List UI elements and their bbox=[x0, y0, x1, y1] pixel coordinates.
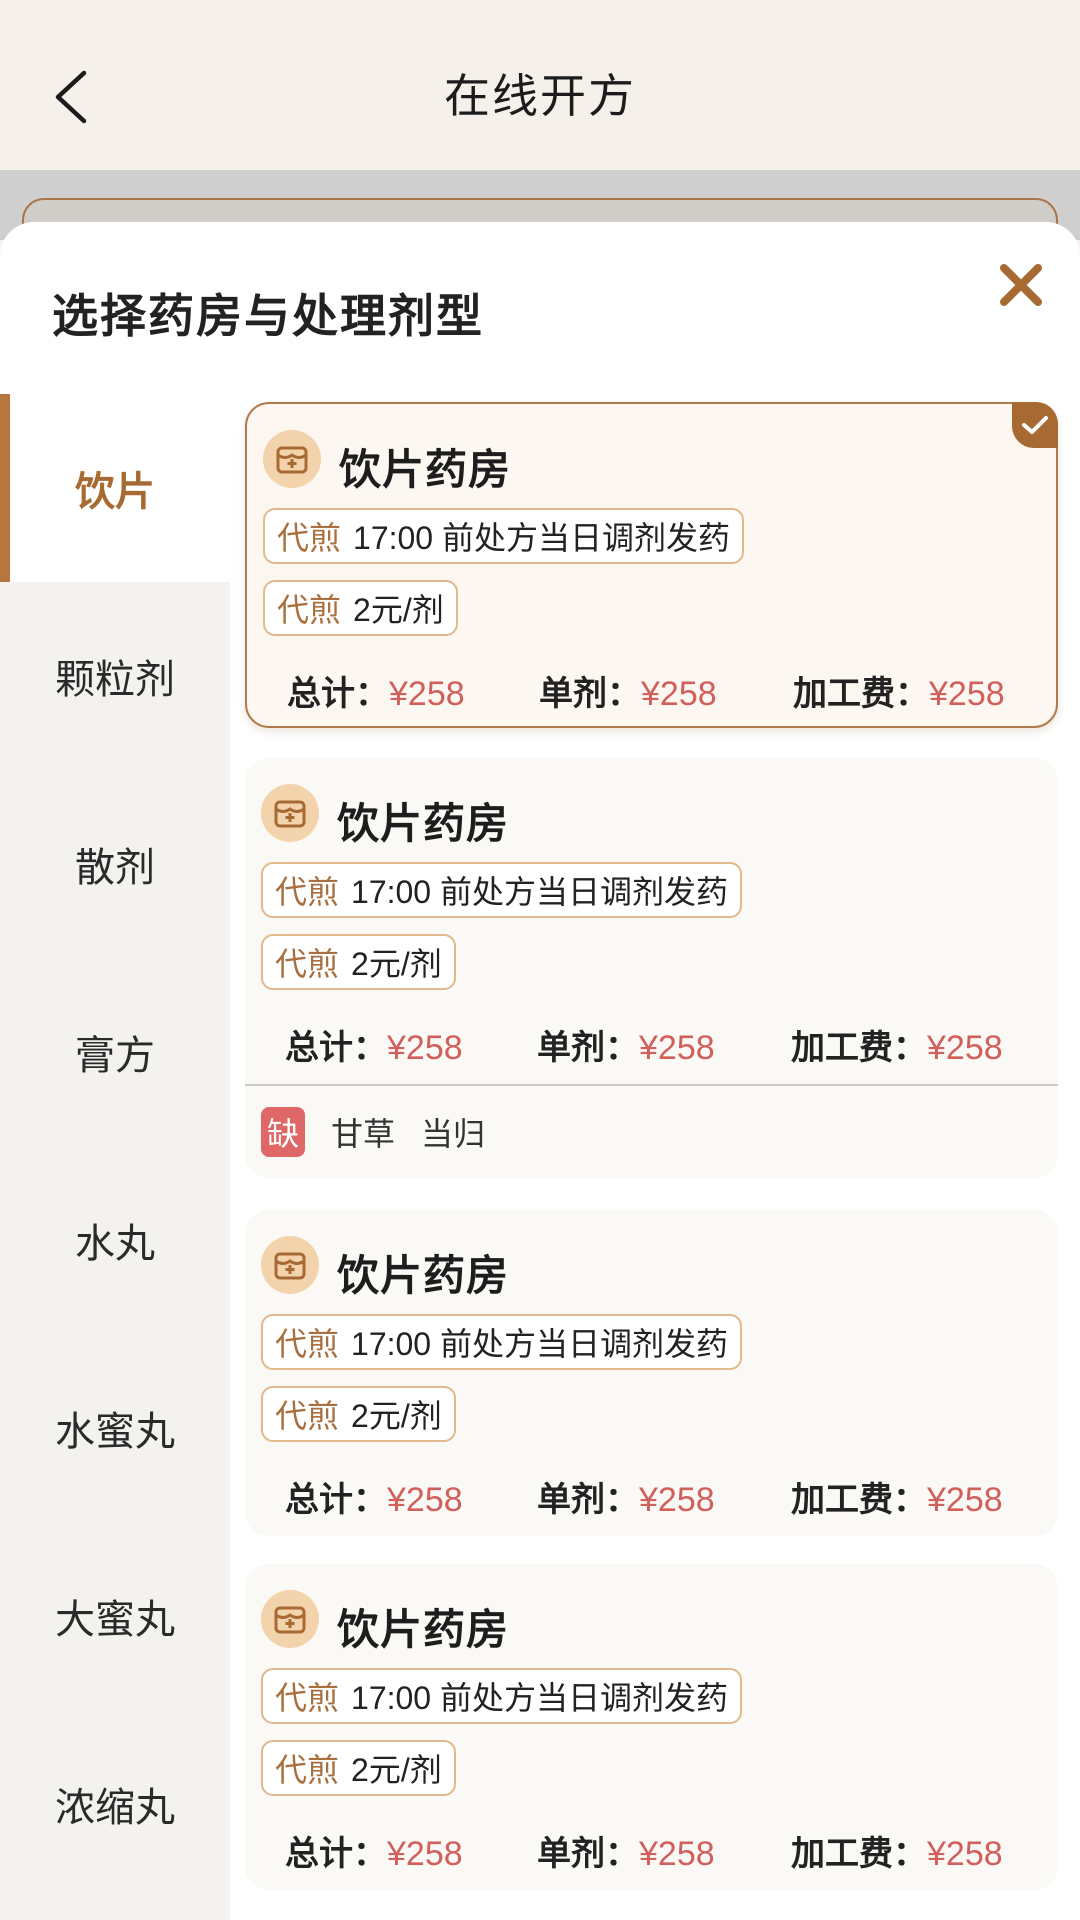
total-price: ¥258 bbox=[387, 1481, 463, 1519]
price-row: 总计：¥258 单剂：¥258 加工费：¥258 bbox=[285, 1029, 1003, 1067]
pharmacy-card[interactable]: 饮片药房 代煎 17:00 前处方当日调剂发药 代煎 2元/剂 总计：¥258 … bbox=[245, 1210, 1058, 1536]
total-price: ¥258 bbox=[387, 1835, 463, 1873]
delivery-tag: 代煎 17:00 前处方当日调剂发药 bbox=[261, 1668, 742, 1724]
pharmacy-select-sheet: 选择药房与处理剂型 饮片 颗粒剂 散剂 膏方 水丸 水蜜丸 大蜜丸 浓缩丸 饮片… bbox=[0, 222, 1080, 1920]
single-price: ¥258 bbox=[641, 675, 717, 713]
pharmacy-icon bbox=[261, 1236, 319, 1294]
pharmacy-name: 饮片药房 bbox=[337, 800, 510, 847]
tab-sanji[interactable]: 散剂 bbox=[0, 770, 230, 958]
fee-tag: 代煎 2元/剂 bbox=[263, 580, 458, 636]
fee-tag: 代煎 2元/剂 bbox=[261, 934, 456, 990]
shortage-item: 当归 bbox=[421, 1116, 486, 1152]
sheet-title: 选择药房与处理剂型 bbox=[52, 290, 484, 342]
price-row: 总计：¥258 单剂：¥258 加工费：¥258 bbox=[285, 1481, 1003, 1519]
pharmacy-card[interactable]: 饮片药房 代煎 17:00 前处方当日调剂发药 代煎 2元/剂 总计：¥258 … bbox=[245, 402, 1058, 728]
page-title: 在线开方 bbox=[444, 70, 636, 122]
delivery-tag: 代煎 17:00 前处方当日调剂发药 bbox=[261, 1314, 742, 1370]
price-row: 总计：¥258 单剂：¥258 加工费：¥258 bbox=[287, 675, 1005, 713]
total-price: ¥258 bbox=[387, 1029, 463, 1067]
pharmacy-name: 饮片药房 bbox=[339, 446, 512, 493]
pharmacy-icon bbox=[261, 1590, 319, 1648]
delivery-tag: 代煎 17:00 前处方当日调剂发药 bbox=[261, 862, 742, 918]
tab-yinpian[interactable]: 饮片 bbox=[0, 394, 230, 582]
pharmacy-name: 饮片药房 bbox=[337, 1252, 510, 1299]
tab-damiwan[interactable]: 大蜜丸 bbox=[0, 1522, 230, 1710]
pharmacy-icon bbox=[261, 784, 319, 842]
pharmacy-card[interactable]: 饮片药房 代煎 17:00 前处方当日调剂发药 代煎 2元/剂 总计：¥258 … bbox=[245, 1564, 1058, 1890]
processing-fee: ¥258 bbox=[927, 1029, 1003, 1067]
tab-shuiwan[interactable]: 水丸 bbox=[0, 1146, 230, 1334]
shortage-badge: 缺 bbox=[261, 1107, 305, 1157]
check-icon bbox=[1022, 416, 1048, 434]
dosage-form-tabs: 饮片 颗粒剂 散剂 膏方 水丸 水蜜丸 大蜜丸 浓缩丸 bbox=[0, 394, 230, 1920]
total-price: ¥258 bbox=[389, 675, 465, 713]
tab-nongsuowan[interactable]: 浓缩丸 bbox=[0, 1710, 230, 1898]
tab-keliji[interactable]: 颗粒剂 bbox=[0, 582, 230, 770]
delivery-tag: 代煎 17:00 前处方当日调剂发药 bbox=[263, 508, 744, 564]
pharmacy-icon bbox=[263, 430, 321, 488]
single-price: ¥258 bbox=[639, 1029, 715, 1067]
close-button[interactable] bbox=[996, 260, 1046, 310]
fee-tag: 代煎 2元/剂 bbox=[261, 1386, 456, 1442]
price-row: 总计：¥258 单剂：¥258 加工费：¥258 bbox=[285, 1835, 1003, 1873]
pharmacy-card[interactable]: 饮片药房 代煎 17:00 前处方当日调剂发药 代煎 2元/剂 总计：¥258 … bbox=[245, 758, 1058, 1178]
processing-fee: ¥258 bbox=[929, 675, 1005, 713]
pharmacy-name: 饮片药房 bbox=[337, 1606, 510, 1653]
processing-fee: ¥258 bbox=[927, 1481, 1003, 1519]
shortage-row: 缺 甘草 当归 bbox=[245, 1084, 1058, 1178]
single-price: ¥258 bbox=[639, 1481, 715, 1519]
single-price: ¥258 bbox=[639, 1835, 715, 1873]
close-icon bbox=[1000, 264, 1042, 306]
fee-tag: 代煎 2元/剂 bbox=[261, 1740, 456, 1796]
tab-shuimiwan[interactable]: 水蜜丸 bbox=[0, 1334, 230, 1522]
selected-badge bbox=[1012, 402, 1058, 448]
shortage-item: 甘草 bbox=[331, 1116, 396, 1152]
tab-gaofang[interactable]: 膏方 bbox=[0, 958, 230, 1146]
processing-fee: ¥258 bbox=[927, 1835, 1003, 1873]
nav-bar: 在线开方 bbox=[0, 0, 1080, 170]
